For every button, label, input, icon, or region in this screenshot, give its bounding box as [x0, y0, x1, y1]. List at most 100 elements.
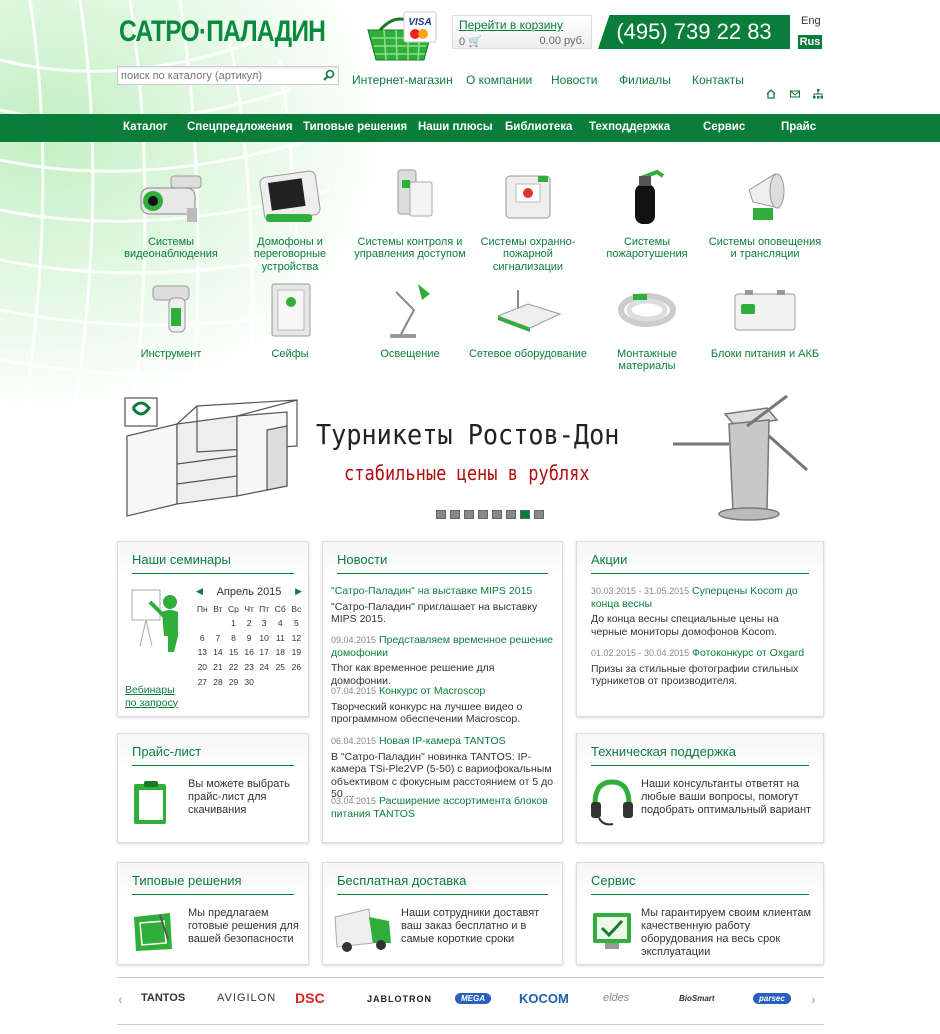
seminars-title: Наши семинары [132, 552, 294, 574]
calendar-day[interactable]: 17 [256, 645, 271, 660]
calendar-day[interactable]: 18 [272, 645, 289, 660]
mainnav-catalog[interactable]: Каталог [123, 121, 168, 133]
mainnav-solutions[interactable]: Типовые решения [303, 121, 407, 133]
mainnav-specials[interactable]: Спецпредложения [187, 121, 293, 133]
brand-avigilon[interactable]: AVIGILON [217, 992, 276, 1004]
brand-jablotron[interactable]: JABLOTRON [367, 994, 432, 1004]
lang-eng-link[interactable]: Eng [801, 15, 821, 27]
calendar-day[interactable]: 26 [289, 660, 304, 675]
category-alarm[interactable]: Системы охранно-пожарной сигнализации [468, 168, 588, 273]
calendar-day[interactable]: 20 [194, 660, 211, 675]
brand-eldes[interactable]: eldes [603, 992, 629, 1004]
category-mounting[interactable]: Монтажные материалы [587, 280, 707, 373]
calendar-day[interactable]: 3 [256, 616, 271, 631]
mainnav-price[interactable]: Прайс [781, 121, 816, 133]
calendar-day[interactable]: 8 [225, 631, 242, 646]
category-access[interactable]: Системы контроля и управления доступом [350, 168, 470, 261]
topnav-shop[interactable]: Интернет-магазин [352, 73, 453, 87]
topnav-branches[interactable]: Филиалы [619, 73, 671, 87]
home-icon[interactable] [766, 88, 776, 99]
webinars-link[interactable]: Вебинары по запросу [125, 684, 185, 709]
calendar-day[interactable]: 10 [256, 631, 271, 646]
news-item-title[interactable]: Конкурс от Macroscop [379, 685, 485, 697]
slider-dot[interactable] [436, 510, 446, 519]
brand-parsec[interactable]: parsec [753, 993, 791, 1004]
calendar-day[interactable]: 24 [256, 660, 271, 675]
slider-dot[interactable] [520, 510, 530, 519]
category-power[interactable]: Блоки питания и АКБ [705, 280, 825, 360]
pricelist-panel[interactable]: Прайс-лист Вы можете выбрать прайс-лист … [117, 733, 309, 843]
calendar-day[interactable]: 25 [272, 660, 289, 675]
support-text: Наши консультанты ответят на любые ваши … [641, 778, 812, 816]
news-item-title[interactable]: Новая IP-камера TANTOS [379, 735, 506, 747]
solutions-panel[interactable]: Типовые решения Мы предлагаем готовые ре… [117, 862, 309, 965]
mainnav-service[interactable]: Сервис [703, 121, 745, 133]
slider-dot[interactable] [464, 510, 474, 519]
next-month-arrow-icon[interactable]: ▶ [295, 586, 302, 597]
category-tools[interactable]: Инструмент [111, 280, 231, 360]
calendar-day[interactable]: 14 [211, 645, 226, 660]
category-extinguish[interactable]: Системы пожаротушения [587, 168, 707, 261]
calendar-day[interactable]: 13 [194, 645, 211, 660]
mainnav-advantages[interactable]: Наши плюсы [418, 121, 493, 133]
logo[interactable]: САТРО·ПАЛАДИН [117, 14, 343, 50]
calendar-day[interactable]: 12 [289, 631, 304, 646]
brand-biosmart[interactable]: BioSmart [679, 994, 715, 1003]
calendar-day[interactable]: 27 [194, 674, 211, 689]
calendar-day[interactable]: 9 [242, 631, 257, 646]
search-input[interactable] [118, 67, 318, 84]
topnav-news[interactable]: Новости [551, 73, 597, 87]
calendar-day[interactable]: 7 [211, 631, 226, 646]
lang-rus-link[interactable]: Rus [798, 35, 822, 49]
category-lighting[interactable]: Освещение [350, 280, 470, 360]
promo-banner[interactable] [117, 386, 824, 526]
calendar-day[interactable]: 4 [272, 616, 289, 631]
topnav-contacts[interactable]: Контакты [692, 73, 744, 87]
promo-item-title[interactable]: Фотоконкурс от Oxgard [692, 647, 804, 659]
brand-tantos[interactable]: TANTOS [141, 992, 185, 1004]
calendar-day[interactable]: 2 [242, 616, 257, 631]
mainnav-library[interactable]: Библиотека [505, 121, 572, 133]
calendar-day[interactable]: 16 [242, 645, 257, 660]
support-panel[interactable]: Техническая поддержка Наши консультанты … [576, 733, 824, 843]
mail-icon[interactable] [790, 88, 800, 98]
calendar-day[interactable]: 1 [225, 616, 242, 631]
slider-dot[interactable] [492, 510, 502, 519]
mainnav-support[interactable]: Техподдержка [589, 121, 670, 133]
delivery-text: Наши сотрудники доставят ваш заказ беспл… [401, 907, 540, 945]
shopping-basket-icon[interactable]: VISA MasterCard [360, 8, 440, 64]
calendar-day[interactable]: 21 [211, 660, 226, 675]
carousel-next-icon[interactable]: › [811, 991, 816, 1007]
calendar-day[interactable]: 28 [211, 674, 226, 689]
calendar-day[interactable]: 19 [289, 645, 304, 660]
calendar-day[interactable]: 6 [194, 631, 211, 646]
category-safes[interactable]: Сейфы [230, 280, 350, 360]
calendar-day[interactable]: 15 [225, 645, 242, 660]
carousel-prev-icon[interactable]: ‹ [118, 991, 123, 1007]
brand-kocom[interactable]: KOCOM [519, 991, 569, 1006]
category-video[interactable]: Системы видеонаблюдения [111, 168, 231, 261]
calendar-day[interactable]: 11 [272, 631, 289, 646]
go-to-cart-link[interactable]: Перейти в корзину [459, 18, 585, 32]
news-item-title[interactable]: "Сатро-Паладин" на выставке MIPS 2015 [331, 585, 532, 597]
calendar-day[interactable]: 23 [242, 660, 257, 675]
slider-dot[interactable] [478, 510, 488, 519]
calendar-day[interactable]: 29 [225, 674, 242, 689]
brand-dsc[interactable]: DSC [295, 990, 325, 1006]
search-icon[interactable] [323, 69, 335, 81]
brand-mega[interactable]: MEGA [455, 993, 491, 1004]
prev-month-arrow-icon[interactable]: ◀ [196, 586, 203, 597]
topnav-about[interactable]: О компании [466, 73, 532, 87]
category-announce[interactable]: Системы оповещения и трансляции [705, 168, 825, 261]
category-network[interactable]: Сетевое оборудование [468, 280, 588, 360]
calendar-day[interactable]: 22 [225, 660, 242, 675]
calendar-day[interactable]: 5 [289, 616, 304, 631]
service-panel[interactable]: Сервис Мы гарантируем своим клиентам кач… [576, 862, 824, 965]
calendar-day[interactable]: 30 [242, 674, 257, 689]
sitemap-icon[interactable] [813, 88, 823, 99]
slider-dot[interactable] [534, 510, 544, 519]
slider-dot[interactable] [506, 510, 516, 519]
slider-dot[interactable] [450, 510, 460, 519]
delivery-panel[interactable]: Бесплатная доставка Наши сотрудники дост… [322, 862, 563, 965]
category-intercom[interactable]: Домофоны и переговорные устройства [230, 168, 350, 273]
